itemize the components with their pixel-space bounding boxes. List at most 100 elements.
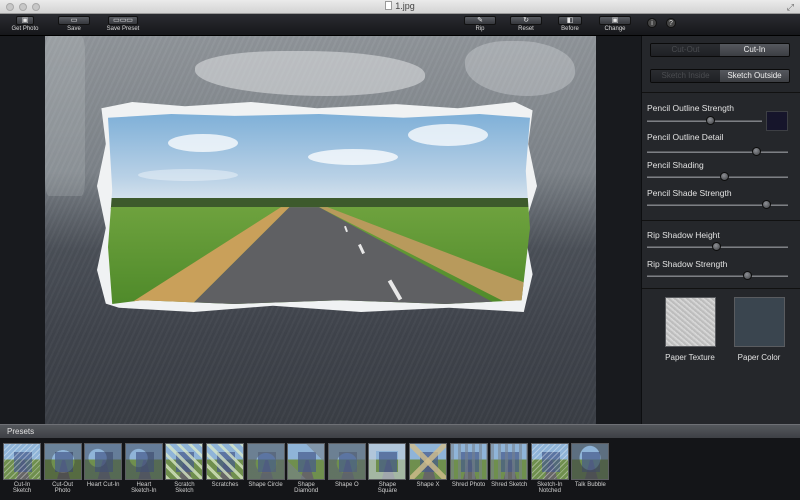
presets-title: Presets (7, 427, 35, 436)
preset-item[interactable]: Shape Square (368, 443, 407, 494)
save-label: Save (67, 26, 81, 32)
preset-item[interactable]: Scratches (206, 443, 244, 488)
preset-label: Shred Photo (451, 482, 486, 488)
reset-icon: ↻ (510, 16, 542, 25)
preset-label: Cut-In Sketch (12, 482, 32, 494)
pencil-shading-slider[interactable] (647, 176, 788, 178)
pencil-outline-strength-label: Pencil Outline Strength (647, 103, 734, 113)
preset-thumb-overlay (166, 444, 203, 479)
presets-strip: Cut-In Sketch Cut-Out Photo Heart Cut-In Hear… (0, 438, 800, 500)
pencil-outline-detail-label: Pencil Outline Detail (647, 132, 724, 142)
info-button[interactable]: i (647, 18, 657, 28)
preset-label: Scratch Sketch (174, 482, 195, 494)
help-button[interactable]: ? (666, 18, 676, 28)
paper-texture-swatch[interactable] (665, 297, 716, 347)
preset-item[interactable]: Heart Cut-In (84, 443, 123, 488)
preset-thumb-overlay (369, 444, 405, 479)
before-button[interactable]: ◧ Before (553, 15, 587, 35)
preset-item[interactable]: Cut-Out Photo (43, 443, 82, 494)
title-bar: 1.jpg ⤢ (0, 0, 800, 14)
preset-thumb-overlay (491, 444, 528, 479)
preset-thumbnail (165, 443, 204, 480)
preset-thumbnail (287, 443, 326, 480)
toolbar: ▣ Get Photo ▭ Save ▭▭▭ Save Preset ✎ Rip… (0, 14, 800, 36)
preset-thumbnail (84, 443, 123, 480)
preset-thumbnail (490, 443, 529, 480)
cut-in-option[interactable]: Cut-In (720, 44, 789, 56)
pencil-color-well[interactable] (766, 111, 788, 131)
preset-thumbnail (43, 443, 82, 480)
preset-item[interactable]: Shape O (327, 443, 366, 488)
info-icon: i (651, 20, 653, 27)
preset-thumb-overlay (4, 444, 40, 479)
canvas-area (0, 36, 641, 424)
preset-item[interactable]: Shred Sketch (490, 443, 529, 488)
preset-thumb-overlay (450, 444, 487, 479)
preset-thumb-overlay (410, 444, 446, 479)
preset-item[interactable]: Shape X (409, 443, 447, 488)
fullscreen-icon[interactable]: ⤢ (787, 2, 794, 13)
preset-item[interactable]: Shape Circle (246, 443, 285, 488)
save-button[interactable]: ▭ Save (56, 15, 92, 35)
preset-item[interactable]: Shape Diamond (287, 443, 326, 494)
preset-item[interactable]: Heart Sketch-In (124, 443, 163, 494)
sketch-segmented-control: Sketch Inside Sketch Outside (650, 69, 790, 83)
preset-thumb-overlay (247, 444, 284, 479)
rip-shadow-strength-slider[interactable] (647, 275, 788, 277)
sketch-outside-option[interactable]: Sketch Outside (720, 70, 789, 82)
paper-texture-label: Paper Texture (665, 353, 715, 362)
divider (642, 288, 800, 289)
pencil-shading-knob[interactable] (720, 172, 730, 181)
pencil-outline-strength-knob[interactable] (705, 116, 715, 125)
window-title-text: 1.jpg (395, 1, 415, 11)
preset-thumb-overlay (44, 444, 81, 479)
preset-item[interactable]: Sketch-In Notched (530, 443, 569, 494)
preset-thumb-overlay (207, 444, 243, 479)
preset-label: Shred Sketch (491, 482, 528, 488)
preset-item[interactable]: Cut-In Sketch (3, 443, 41, 494)
preset-thumbnail (530, 443, 569, 480)
edited-photo[interactable] (45, 36, 596, 424)
preset-label: Scratches (211, 482, 239, 488)
change-label: Change (604, 26, 626, 32)
rip-shadow-strength-knob[interactable] (742, 271, 752, 280)
preset-thumb-overlay (328, 444, 365, 479)
photo-cut-in (108, 114, 530, 304)
save-icon: ▭ (58, 16, 90, 25)
preset-item[interactable]: Shred Photo (449, 443, 488, 488)
pencil-shade-strength-knob[interactable] (762, 200, 772, 209)
cloud (308, 149, 398, 165)
cloud (168, 134, 238, 152)
photo-icon: ▣ (16, 16, 34, 25)
reset-label: Reset (518, 26, 534, 32)
get-photo-button[interactable]: ▣ Get Photo (8, 15, 42, 35)
rip-shadow-height-knob[interactable] (711, 242, 721, 251)
app-window: 1.jpg ⤢ ▣ Get Photo ▭ Save ▭▭▭ Save Pres… (0, 0, 800, 500)
change-button[interactable]: ▣ Change (598, 15, 632, 35)
preset-label: Shape Circle (248, 482, 283, 488)
change-icon: ▣ (599, 16, 631, 25)
preset-item[interactable]: Talk Bubble (571, 443, 610, 488)
save-preset-button[interactable]: ▭▭▭ Save Preset (104, 15, 142, 35)
preset-thumbnail (327, 443, 366, 480)
preset-thumbnail (206, 443, 244, 480)
preset-label: Shape O (334, 482, 359, 488)
preset-thumb-overlay (125, 444, 162, 479)
divider (642, 220, 800, 221)
rip-button[interactable]: ✎ Rip (463, 15, 497, 35)
reset-button[interactable]: ↻ Reset (509, 15, 543, 35)
pencil-outline-detail-slider[interactable] (647, 151, 788, 153)
preset-label: Shape Square (377, 482, 398, 494)
pencil-outline-strength-slider[interactable] (647, 120, 762, 122)
save-preset-label: Save Preset (106, 26, 140, 32)
pencil-outline-detail-knob[interactable] (752, 147, 762, 156)
sketch-inside-option[interactable]: Sketch Inside (651, 70, 720, 82)
preset-item[interactable]: Scratch Sketch (165, 443, 204, 494)
preset-thumb-overlay (572, 444, 609, 479)
torn-paper-patch (45, 36, 85, 196)
preset-label: Talk Bubble (574, 482, 606, 488)
paper-color-swatch[interactable] (734, 297, 785, 347)
help-icon: ? (669, 20, 673, 27)
cut-out-option[interactable]: Cut-Out (651, 44, 720, 56)
preset-thumbnail (571, 443, 610, 480)
